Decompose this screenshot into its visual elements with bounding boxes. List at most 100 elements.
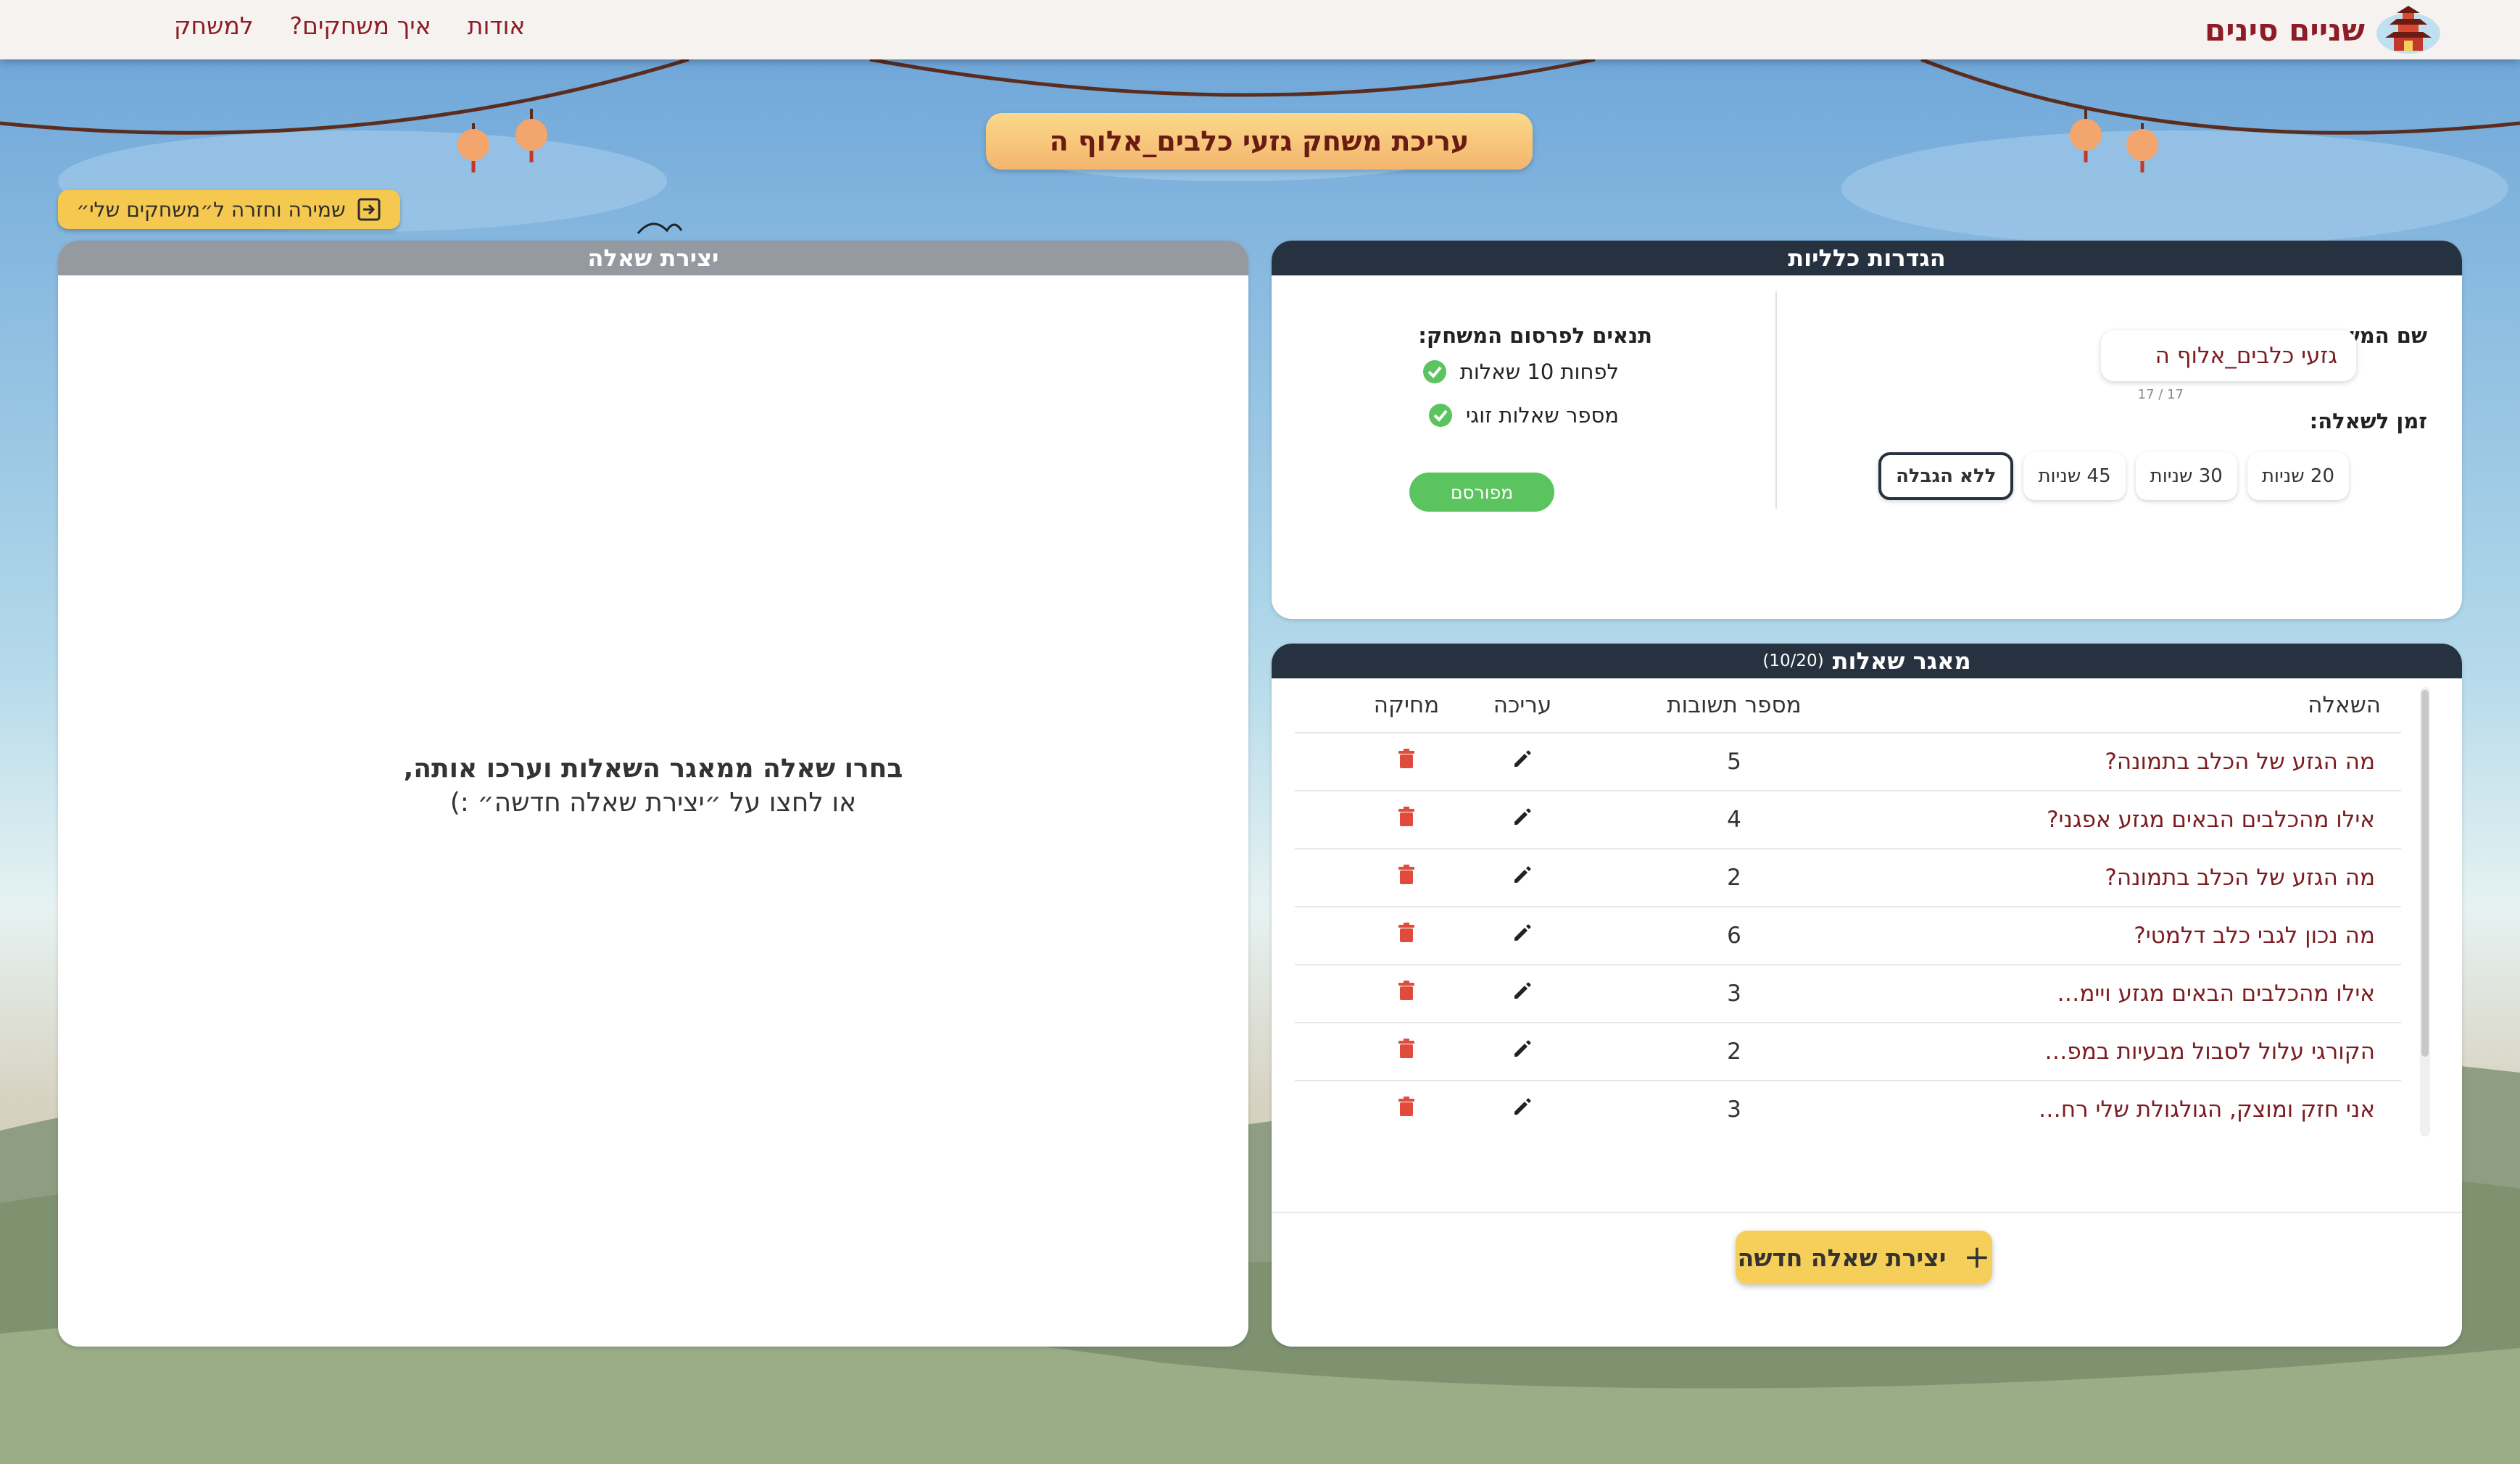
question-pool-title: מאגר שאלות [1832, 647, 1971, 675]
game-settings-form: שם המשחק: גזעי כלבים_אלוף ה 17 / 17 זמן … [1781, 275, 2462, 619]
question-text: מה הגזע של הכלב בתמונה? [2105, 749, 2375, 775]
answer-count: 2 [1727, 1039, 1741, 1065]
game-name-char-counter: 17 / 17 [2137, 387, 2184, 402]
column-header-answers: מספר תשובות [1667, 692, 1802, 718]
save-and-return-label: שמירה וחזרה ל״משחקים שלי״ [76, 197, 346, 222]
trash-icon [1394, 920, 1419, 951]
question-text: הקורגי עלול לסבול מבעיות במפ… [2044, 1039, 2375, 1065]
answer-count: 3 [1727, 1097, 1741, 1123]
delete-question-button[interactable] [1363, 733, 1450, 790]
delete-question-button[interactable] [1363, 849, 1450, 906]
trash-icon [1394, 1094, 1419, 1125]
time-per-question-label: זמן לשאלה: [2309, 409, 2427, 433]
edit-question-button[interactable] [1479, 849, 1566, 906]
question-text: אילו מהכלבים הבאים מגזע אפגני? [2047, 807, 2375, 833]
condition-even-questions-label: מספר שאלות זוגי [1465, 403, 1619, 428]
question-pool-table: השאלה מספר תשובות עריכה מחיקה מה הגזע של… [1295, 678, 2401, 1132]
question-text: אני חזק ומוצק, הגולגולת שלי רח… [2038, 1097, 2375, 1123]
delete-question-button[interactable] [1363, 791, 1450, 848]
table-row[interactable]: מה הגזע של הכלב בתמונה? 5 [1295, 733, 2401, 791]
time-option-45[interactable]: 45 שניות [2023, 452, 2126, 500]
edit-question-button[interactable] [1479, 965, 1566, 1022]
nav-links: למשחק איך משחקים? אודות [174, 12, 526, 40]
question-creation-panel: יצירת שאלה בחרו שאלה ממאגר השאלות וערכו … [58, 241, 1248, 1347]
trash-icon [1394, 862, 1419, 893]
published-toggle-button[interactable]: מפורסם [1409, 473, 1554, 512]
general-settings-header: הגדרות כלליות [1272, 241, 2462, 275]
question-pool-panel: מאגר שאלות (10/20) השאלה מספר תשובות ערי… [1272, 644, 2462, 1347]
answer-count: 4 [1727, 807, 1741, 833]
question-pool-count: (10/20) [1762, 652, 1824, 670]
empty-state-message: בחרו שאלה ממאגר השאלות וערכו אותה, או לח… [58, 754, 1248, 818]
nav-link-play[interactable]: למשחק [174, 12, 254, 40]
time-option-unlimited[interactable]: ללא הגבלה [1878, 452, 2014, 500]
pagoda-logo-icon [2376, 6, 2440, 54]
pool-footer-divider [1272, 1212, 2462, 1213]
edit-question-button[interactable] [1479, 1081, 1566, 1132]
save-and-return-button[interactable]: שמירה וחזרה ל״משחקים שלי״ [58, 190, 400, 229]
table-row[interactable]: אני חזק ומוצק, הגולגולת שלי רח… 3 [1295, 1081, 2401, 1132]
condition-min-questions-label: לפחות 10 שאלות [1459, 359, 1619, 384]
answer-count: 3 [1727, 981, 1741, 1007]
publish-conditions: תנאים לפרסום המשחק: לפחות 10 שאלות מספר … [1272, 275, 1775, 619]
question-text: מה הגזע של הכלב בתמונה? [2105, 865, 2375, 891]
condition-even-questions: מספר שאלות זוגי [1428, 403, 1619, 428]
table-row[interactable]: הקורגי עלול לסבול מבעיות במפ… 2 [1295, 1023, 2401, 1081]
column-header-delete: מחיקה [1373, 692, 1440, 718]
create-new-question-button[interactable]: + יצירת שאלה חדשה [1736, 1231, 1992, 1284]
table-body: מה הגזע של הכלב בתמונה? 5 אילו מהכלבים הבא… [1295, 733, 2401, 1132]
pencil-icon [1510, 746, 1535, 777]
question-creation-header: יצירת שאלה [58, 241, 1248, 275]
edit-question-button[interactable] [1479, 907, 1566, 964]
game-name-input[interactable]: גזעי כלבים_אלוף ה [2101, 330, 2356, 381]
top-navbar: שניים סינים למשחק איך משחקים? אודות [0, 0, 2520, 59]
question-pool-header: מאגר שאלות (10/20) [1272, 644, 2462, 678]
exit-to-app-icon [357, 198, 381, 221]
table-scrollbar-thumb[interactable] [2421, 690, 2429, 1057]
nav-link-how-to-play[interactable]: איך משחקים? [290, 12, 431, 40]
general-settings-panel: הגדרות כלליות שם המשחק: גזעי כלבים_אלוף … [1272, 241, 2462, 619]
trash-icon [1394, 746, 1419, 777]
trash-icon [1394, 978, 1419, 1009]
question-text: אילו מהכלבים הבאים מגזע ויימ… [2057, 981, 2375, 1007]
condition-min-questions: לפחות 10 שאלות [1422, 359, 1619, 384]
answer-count: 6 [1727, 923, 1741, 949]
pencil-icon [1510, 920, 1535, 951]
table-row[interactable]: אילו מהכלבים הבאים מגזע ויימ… 3 [1295, 965, 2401, 1023]
table-row[interactable]: אילו מהכלבים הבאים מגזע אפגני? 4 [1295, 791, 2401, 849]
empty-state-line-2: או לחצו על ״יצירת שאלה חדשה״ :) [449, 788, 857, 818]
answer-count: 2 [1727, 865, 1741, 891]
time-options: 20 שניות 30 שניות 45 שניות ללא הגבלה [1878, 452, 2349, 500]
trash-icon [1394, 804, 1419, 835]
delete-question-button[interactable] [1363, 1081, 1450, 1132]
check-circle-icon [1428, 404, 1452, 427]
edit-question-button[interactable] [1479, 733, 1566, 790]
delete-question-button[interactable] [1363, 1023, 1450, 1080]
time-option-20[interactable]: 20 שניות [2247, 452, 2349, 500]
question-text: מה נכון לגבי כלב דלמטי? [2134, 923, 2375, 949]
brand[interactable]: שניים סינים [2205, 4, 2442, 55]
delete-question-button[interactable] [1363, 907, 1450, 964]
page-title: עריכת משחק גזעי כלבים_אלוף ה [986, 113, 1533, 170]
publish-conditions-title: תנאים לפרסום המשחק: [1418, 323, 1652, 348]
pencil-icon [1510, 1036, 1535, 1067]
pencil-icon [1510, 804, 1535, 835]
plus-icon: + [1963, 1239, 1991, 1276]
table-row[interactable]: מה נכון לגבי כלב דלמטי? 6 [1295, 907, 2401, 965]
answer-count: 5 [1727, 749, 1741, 775]
table-row[interactable]: מה הגזע של הכלב בתמונה? 2 [1295, 849, 2401, 907]
pencil-icon [1510, 1094, 1535, 1125]
time-option-30[interactable]: 30 שניות [2135, 452, 2237, 500]
create-new-question-label: יצירת שאלה חדשה [1737, 1243, 1947, 1272]
nav-link-about[interactable]: אודות [468, 12, 526, 40]
edit-question-button[interactable] [1479, 791, 1566, 848]
pencil-icon [1510, 978, 1535, 1009]
empty-state-line-1: בחרו שאלה ממאגר השאלות וערכו אותה, [403, 754, 903, 783]
pencil-icon [1510, 862, 1535, 893]
edit-question-button[interactable] [1479, 1023, 1566, 1080]
column-header-question: השאלה [2308, 692, 2381, 718]
check-circle-icon [1422, 360, 1446, 383]
delete-question-button[interactable] [1363, 965, 1450, 1022]
brand-name: שניים סינים [2204, 12, 2365, 48]
settings-divider [1775, 291, 1777, 509]
